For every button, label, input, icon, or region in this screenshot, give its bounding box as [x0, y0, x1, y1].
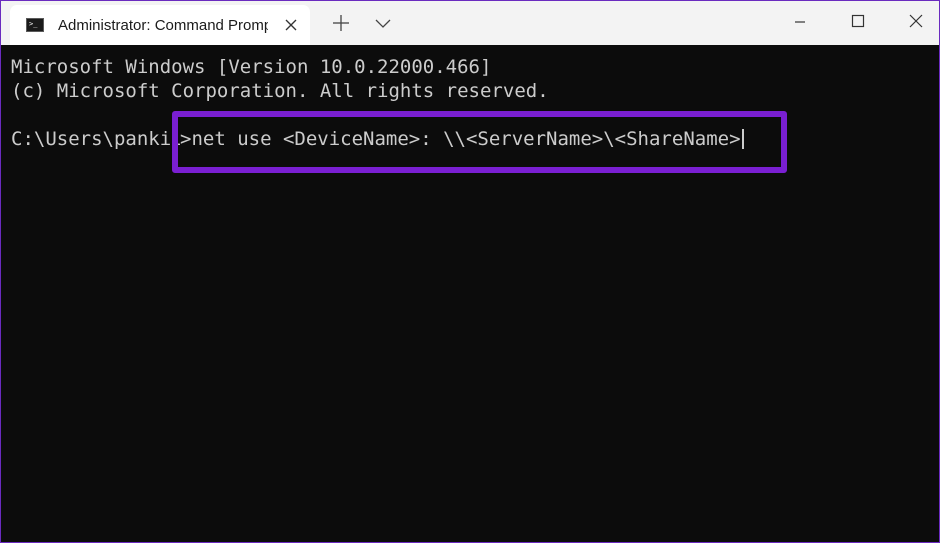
tab-command-prompt[interactable]: >_ Administrator: Command Prompt [10, 5, 310, 45]
console-prompt-line[interactable]: C:\Users\pankil>net use <DeviceName>: \\… [11, 127, 744, 151]
typed-command[interactable]: >net use <DeviceName>: \\<ServerName>\<S… [180, 128, 741, 150]
tab-title: Administrator: Command Prompt [58, 17, 268, 34]
close-icon [909, 14, 923, 28]
command-prompt-icon: >_ [26, 18, 44, 32]
minimize-button[interactable] [777, 1, 823, 41]
new-tab-button[interactable] [327, 9, 355, 37]
close-window-button[interactable] [893, 1, 939, 41]
maximize-button[interactable] [835, 1, 881, 41]
close-icon [285, 19, 297, 31]
prompt-path: C:\Users\pankil [11, 128, 180, 150]
chevron-down-icon [375, 19, 391, 28]
tab-dropdown-button[interactable] [369, 9, 397, 37]
tab-icon-glyph: >_ [29, 20, 38, 28]
title-bar[interactable]: >_ Administrator: Command Prompt [1, 1, 939, 45]
terminal-window: >_ Administrator: Command Prompt Microso… [0, 0, 940, 543]
console-line-copyright: (c) Microsoft Corporation. All rights re… [11, 80, 549, 102]
tab-close-button[interactable] [280, 14, 302, 36]
maximize-icon [851, 14, 865, 28]
plus-icon [333, 15, 349, 31]
minimize-icon [795, 21, 805, 23]
console-output[interactable]: Microsoft Windows [Version 10.0.22000.46… [1, 45, 939, 542]
text-cursor [741, 129, 744, 149]
console-line-version: Microsoft Windows [Version 10.0.22000.46… [11, 56, 492, 78]
